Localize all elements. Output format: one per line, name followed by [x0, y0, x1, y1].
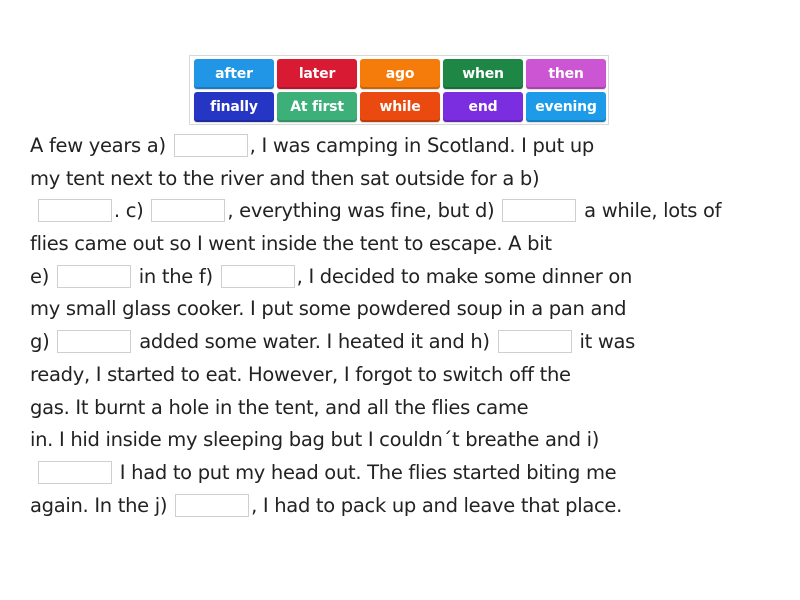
passage-text: , I was camping in Scotland. I put up	[249, 134, 595, 157]
word-tile-while[interactable]: while	[360, 92, 440, 122]
passage-text: in. I hid inside my sleeping bag but I c…	[30, 428, 600, 452]
word-tile-end[interactable]: end	[443, 92, 523, 122]
word-tile-at-first[interactable]: At first	[277, 92, 357, 122]
word-tile-ago[interactable]: ago	[360, 59, 440, 89]
passage-text: A few years a)	[30, 134, 172, 157]
passage-line: gas. It burnt a hole in the tent, and al…	[30, 392, 790, 425]
drop-zone-d[interactable]	[502, 199, 577, 223]
drop-zone-b[interactable]	[37, 199, 112, 223]
passage-line: . c) , everything was fine, but d) a whi…	[30, 195, 790, 228]
drop-zone-j[interactable]	[175, 493, 250, 517]
passage-text: . c)	[113, 199, 150, 223]
passage-text: in the f)	[132, 264, 219, 288]
word-tile-finally[interactable]: finally	[194, 92, 274, 122]
passage-text: my small glass cooker. I put some powder…	[30, 297, 627, 321]
passage-text	[30, 461, 36, 484]
passage-text: a while, lots of	[578, 199, 722, 223]
cloze-passage: A few years a) , I was camping in Scotla…	[30, 130, 790, 522]
drop-zone-f[interactable]	[220, 264, 295, 288]
drop-zone-h[interactable]	[497, 330, 572, 354]
word-tile-then[interactable]: then	[526, 59, 606, 89]
passage-text: e)	[30, 264, 55, 288]
drop-zone-e[interactable]	[56, 264, 131, 288]
word-tile-when[interactable]: when	[443, 59, 523, 89]
drop-zone-a[interactable]	[173, 134, 248, 157]
passage-line: in. I hid inside my sleeping bag but I c…	[30, 424, 790, 457]
passage-line: e) in the f) , I decided to make some di…	[30, 261, 790, 294]
passage-text: again. In the j)	[30, 493, 174, 517]
passage-line: my small glass cooker. I put some powder…	[30, 293, 790, 326]
passage-text: flies came out so I went inside the tent…	[30, 232, 552, 256]
passage-text: it was	[573, 330, 636, 354]
passage-text: I had to put my head out. The flies star…	[113, 460, 617, 484]
passage-text: , I decided to make some dinner on	[296, 264, 633, 288]
word-tile-later[interactable]: later	[277, 59, 357, 89]
drop-zone-c[interactable]	[151, 199, 226, 223]
passage-line: again. In the j) , I had to pack up and …	[30, 490, 790, 523]
passage-text: added some water. I heated it and h)	[133, 330, 496, 354]
passage-text: my tent next to the river and then sat o…	[30, 166, 540, 190]
passage-text: , everything was fine, but d)	[227, 199, 501, 223]
drop-zone-g[interactable]	[57, 330, 132, 354]
passage-line: I had to put my head out. The flies star…	[30, 457, 790, 490]
word-bank: after later ago when then finally At first whil…	[189, 55, 609, 125]
drop-zone-i[interactable]	[37, 460, 112, 484]
passage-text: ready, I started to eat. However, I forg…	[30, 362, 571, 386]
passage-text: gas. It burnt a hole in the tent, and al…	[30, 395, 529, 419]
passage-line: flies came out so I went inside the tent…	[30, 228, 790, 261]
passage-line: A few years a) , I was camping in Scotla…	[30, 130, 790, 163]
passage-text: g)	[30, 330, 56, 354]
word-tile-evening[interactable]: evening	[526, 92, 606, 122]
passage-text	[30, 199, 36, 222]
passage-line: ready, I started to eat. However, I forg…	[30, 359, 790, 392]
word-tile-after[interactable]: after	[194, 59, 274, 89]
passage-text: , I had to pack up and leave that place.	[251, 493, 623, 517]
passage-line: my tent next to the river and then sat o…	[30, 163, 790, 196]
passage-line: g) added some water. I heated it and h) …	[30, 326, 790, 359]
